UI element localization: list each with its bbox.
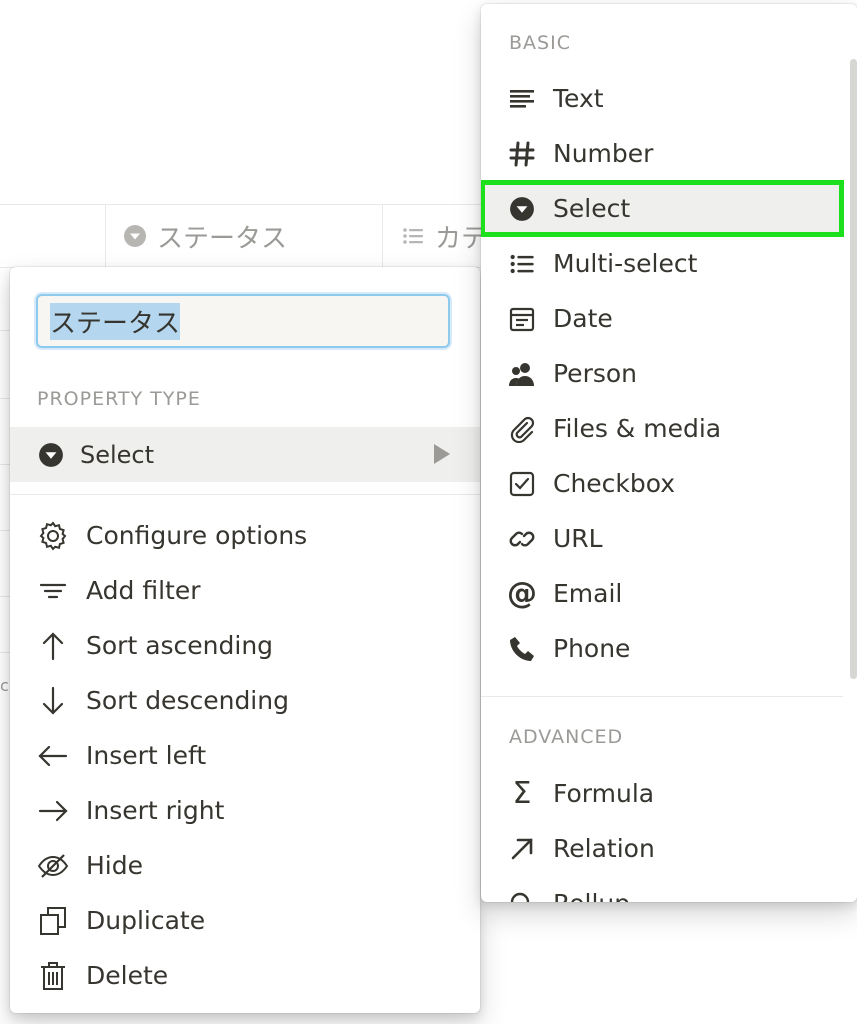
table-column-title[interactable] [0, 205, 106, 267]
type-option-url[interactable]: URL [481, 511, 843, 566]
arrow-down-icon [36, 684, 70, 718]
paperclip-icon [507, 414, 537, 444]
item-label: Insert left [86, 741, 207, 770]
insert-right-item[interactable]: Insert right [10, 783, 480, 838]
option-label: Files & media [553, 414, 722, 443]
item-label: Delete [86, 961, 169, 990]
type-option-rollup[interactable]: Rollup [481, 876, 843, 902]
type-option-phone[interactable]: Phone [481, 621, 843, 676]
option-label: Date [553, 304, 613, 333]
filter-icon [36, 574, 70, 608]
item-label: Insert right [86, 796, 225, 825]
arrow-right-icon [36, 794, 70, 828]
sort-ascending-item[interactable]: Sort ascending [10, 618, 480, 673]
multi-select-icon [401, 224, 425, 248]
property-type-menu: BASIC Text Number Select Multi-select Da… [481, 4, 857, 902]
type-option-email[interactable]: @ Email [481, 566, 843, 621]
type-option-select[interactable]: Select [481, 180, 844, 237]
hide-item[interactable]: Hide [10, 838, 480, 893]
trash-icon [36, 959, 70, 993]
item-label: Duplicate [86, 906, 206, 935]
type-option-relation[interactable]: Relation [481, 821, 843, 876]
column-label: カテ [435, 223, 488, 254]
eye-off-icon [36, 849, 70, 883]
item-label: Configure options [86, 521, 308, 550]
delete-item[interactable]: Delete [10, 948, 480, 1003]
select-icon [38, 442, 64, 468]
option-label: Phone [553, 634, 631, 663]
option-label: Relation [553, 834, 655, 863]
property-type-value: Select [80, 440, 155, 469]
link-icon [507, 524, 537, 554]
option-label: Rollup [553, 889, 630, 902]
type-option-date[interactable]: Date [481, 291, 843, 346]
menu-divider [481, 696, 843, 697]
item-label: Sort descending [86, 686, 289, 715]
calendar-icon [507, 304, 537, 334]
item-label: Hide [86, 851, 143, 880]
arrow-up-right-icon [507, 834, 537, 864]
multi-select-icon [507, 249, 537, 279]
duplicate-icon [36, 904, 70, 938]
option-label: Person [553, 359, 638, 388]
checkbox-icon [507, 469, 537, 499]
arrow-up-icon [36, 629, 70, 663]
select-icon [123, 224, 147, 248]
sort-descending-item[interactable]: Sort descending [10, 673, 480, 728]
property-type-select[interactable]: Select [10, 427, 480, 482]
type-option-multi-select[interactable]: Multi-select [481, 236, 843, 291]
property-type-label: PROPERTY TYPE [37, 388, 201, 410]
option-label: Number [553, 139, 654, 168]
person-icon [507, 359, 537, 389]
option-label: URL [553, 524, 603, 553]
configure-options-item[interactable]: Configure options [10, 508, 480, 563]
type-option-files-media[interactable]: Files & media [481, 401, 843, 456]
advanced-section-label: ADVANCED [509, 726, 624, 748]
option-label: Formula [553, 779, 655, 808]
insert-left-item[interactable]: Insert left [10, 728, 480, 783]
option-label: Email [553, 579, 623, 608]
gear-icon [36, 519, 70, 553]
table-cell-text: c [0, 676, 9, 695]
column-label: ステータス [157, 223, 288, 254]
type-option-formula[interactable]: Σ Formula [481, 766, 843, 821]
chevron-right-icon [434, 444, 450, 464]
table-column-status[interactable]: ステータス [105, 205, 383, 267]
text-icon [507, 84, 537, 114]
property-name-input[interactable] [36, 294, 450, 348]
at-icon: @ [507, 576, 537, 611]
menu-divider [10, 494, 480, 495]
basic-section-label: BASIC [509, 32, 571, 54]
item-label: Add filter [86, 576, 201, 605]
type-option-person[interactable]: Person [481, 346, 843, 401]
option-label: Text [553, 84, 604, 113]
number-icon [507, 139, 537, 169]
property-menu: PROPERTY TYPE Select Configure options A… [10, 267, 480, 1013]
select-icon [507, 194, 537, 224]
option-label: Multi-select [553, 249, 698, 278]
option-label: Checkbox [553, 469, 676, 498]
type-option-checkbox[interactable]: Checkbox [481, 456, 843, 511]
search-icon [507, 889, 537, 902]
duplicate-item[interactable]: Duplicate [10, 893, 480, 948]
sigma-icon: Σ [512, 776, 532, 811]
arrow-left-icon [36, 739, 70, 773]
type-option-number[interactable]: Number [481, 126, 843, 181]
type-option-text[interactable]: Text [481, 71, 843, 126]
add-filter-item[interactable]: Add filter [10, 563, 480, 618]
phone-icon [507, 634, 537, 664]
scrollbar[interactable] [850, 59, 857, 679]
option-label: Select [553, 194, 631, 223]
item-label: Sort ascending [86, 631, 274, 660]
